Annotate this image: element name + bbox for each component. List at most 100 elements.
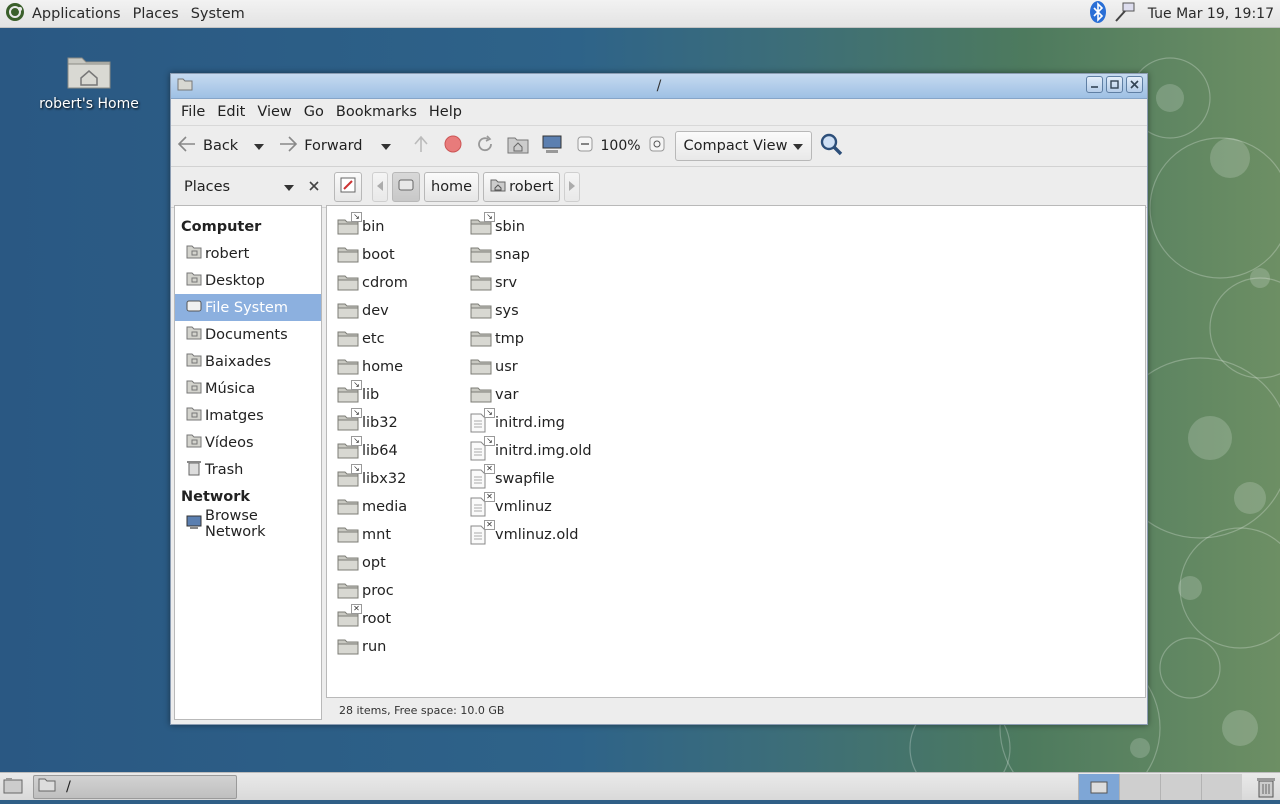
sidebar-item-file-system[interactable]: File System xyxy=(175,294,321,321)
path-scroll-left-button[interactable] xyxy=(372,172,388,202)
file-view[interactable]: ↘ bin boot cdrom dev etc home ↘ lib ↘ lib32 ↘ lib64 ↘… xyxy=(326,205,1146,698)
zoom-level[interactable]: 100% xyxy=(601,138,641,154)
file-name: lib xyxy=(362,387,380,403)
close-button[interactable] xyxy=(1126,76,1143,93)
sidebar-item-browse-network[interactable]: Browse Network xyxy=(175,508,321,540)
computer-icon[interactable] xyxy=(541,134,563,158)
bluetooth-icon[interactable] xyxy=(1088,0,1108,28)
path-robert-button[interactable]: robert xyxy=(483,172,561,202)
back-button[interactable]: Back xyxy=(177,135,238,157)
taskbar-window-button[interactable]: / xyxy=(33,775,237,799)
folder-icon: ↘ xyxy=(337,212,362,237)
menu-help[interactable]: Help xyxy=(423,104,468,120)
file-item-opt[interactable]: opt xyxy=(337,549,408,577)
file-name: libx32 xyxy=(362,471,407,487)
search-icon[interactable] xyxy=(818,131,844,161)
sidebar-type-select[interactable]: Places xyxy=(184,179,294,195)
ubuntu-logo-icon[interactable] xyxy=(4,1,26,27)
show-desktop-icon[interactable] xyxy=(3,777,23,799)
sidebar-item-m-sica[interactable]: Música xyxy=(175,375,321,402)
desktop-home-icon[interactable]: robert's Home xyxy=(30,50,148,112)
system-menu[interactable]: System xyxy=(191,6,245,22)
file-item-tmp[interactable]: tmp xyxy=(470,325,592,353)
toggle-location-entry-button[interactable] xyxy=(334,172,362,202)
sidebar-item-documents[interactable]: Documents xyxy=(175,321,321,348)
reload-icon[interactable] xyxy=(475,134,495,158)
trash-icon[interactable] xyxy=(1256,776,1276,802)
file-item-mnt[interactable]: mnt xyxy=(337,521,408,549)
applications-menu[interactable]: Applications xyxy=(32,6,121,22)
sidebar-item-desktop[interactable]: Desktop xyxy=(175,267,321,294)
file-item-usr[interactable]: usr xyxy=(470,353,592,381)
file-item-vmlinuz[interactable]: ✕ vmlinuz xyxy=(470,492,592,521)
places-menu[interactable]: Places xyxy=(133,6,179,22)
workspace-1[interactable] xyxy=(1078,774,1119,800)
zoom-reset-icon[interactable] xyxy=(649,136,665,156)
sidebar-item-baixades[interactable]: Baixades xyxy=(175,348,321,375)
forward-button[interactable]: Forward xyxy=(278,135,363,157)
file-item-lib[interactable]: ↘ lib xyxy=(337,380,408,409)
file-item-sbin[interactable]: ↘ sbin xyxy=(470,212,592,241)
stop-icon[interactable] xyxy=(443,134,463,158)
chevron-down-icon xyxy=(793,138,804,154)
sidebar-item-label: Música xyxy=(205,380,256,397)
downloads-folder-icon xyxy=(186,352,202,371)
file-name: vmlinuz.old xyxy=(495,527,579,543)
workspace-4[interactable] xyxy=(1201,774,1242,800)
file-item-srv[interactable]: srv xyxy=(470,269,592,297)
home-icon[interactable] xyxy=(507,134,529,158)
symlink-emblem-icon: ↘ xyxy=(351,408,362,418)
menu-edit[interactable]: Edit xyxy=(211,104,251,120)
file-item-home[interactable]: home xyxy=(337,353,408,381)
locked-emblem-icon: ✕ xyxy=(484,520,495,530)
sidebar-item-trash[interactable]: Trash xyxy=(175,456,321,483)
file-item-boot[interactable]: boot xyxy=(337,241,408,269)
view-mode-select[interactable]: Compact View xyxy=(674,131,813,161)
sidebar-item-v-deos[interactable]: Vídeos xyxy=(175,429,321,456)
file-item-media[interactable]: media xyxy=(337,493,408,521)
file-item-bin[interactable]: ↘ bin xyxy=(337,212,408,241)
bottom-panel: / xyxy=(0,772,1280,800)
forward-history-dropdown-icon[interactable] xyxy=(380,138,391,154)
menu-go[interactable]: Go xyxy=(298,104,330,120)
path-home-button[interactable]: home xyxy=(424,172,480,202)
desktop-home-label: robert's Home xyxy=(39,96,139,112)
maximize-button[interactable] xyxy=(1106,76,1123,93)
window-titlebar[interactable]: / xyxy=(171,74,1147,99)
sidebar-item-robert[interactable]: robert xyxy=(175,240,321,267)
menu-bookmarks[interactable]: Bookmarks xyxy=(330,104,423,120)
clock[interactable]: Tue Mar 19, 19:17 xyxy=(1148,6,1274,22)
file-item-root[interactable]: ✕ root xyxy=(337,604,408,633)
file-item-proc[interactable]: proc xyxy=(337,577,408,605)
file-item-vmlinuz-old[interactable]: ✕ vmlinuz.old xyxy=(470,520,592,549)
file-item-lib32[interactable]: ↘ lib32 xyxy=(337,408,408,437)
file-item-libx32[interactable]: ↘ libx32 xyxy=(337,464,408,493)
file-item-swapfile[interactable]: ✕ swapfile xyxy=(470,464,592,493)
path-root-button[interactable] xyxy=(392,172,420,202)
network-icon[interactable] xyxy=(1114,1,1136,27)
path-scroll-right-button[interactable] xyxy=(564,172,581,202)
file-item-run[interactable]: run xyxy=(337,633,408,661)
workspace-3[interactable] xyxy=(1160,774,1201,800)
menu-view[interactable]: View xyxy=(251,104,297,120)
file-item-initrd-img-old[interactable]: ↘ initrd.img.old xyxy=(470,436,592,465)
file-item-cdrom[interactable]: cdrom xyxy=(337,269,408,297)
file-item-etc[interactable]: etc xyxy=(337,325,408,353)
back-history-dropdown-icon[interactable] xyxy=(254,138,265,154)
places-sidebar: Computer robert Desktop File System Documen… xyxy=(174,205,322,720)
file-item-sys[interactable]: sys xyxy=(470,297,592,325)
up-arrow-icon[interactable] xyxy=(411,134,431,158)
folder-icon xyxy=(337,581,359,601)
close-sidebar-icon[interactable] xyxy=(308,178,320,196)
menu-file[interactable]: File xyxy=(175,104,211,120)
file-item-snap[interactable]: snap xyxy=(470,241,592,269)
sidebar-item-imatges[interactable]: Imatges xyxy=(175,402,321,429)
file-icon: ↘ xyxy=(470,408,495,433)
zoom-out-icon[interactable] xyxy=(577,136,593,156)
file-item-dev[interactable]: dev xyxy=(337,297,408,325)
file-item-var[interactable]: var xyxy=(470,381,592,409)
workspace-2[interactable] xyxy=(1119,774,1160,800)
minimize-button[interactable] xyxy=(1086,76,1103,93)
file-item-initrd-img[interactable]: ↘ initrd.img xyxy=(470,408,592,437)
file-item-lib64[interactable]: ↘ lib64 xyxy=(337,436,408,465)
